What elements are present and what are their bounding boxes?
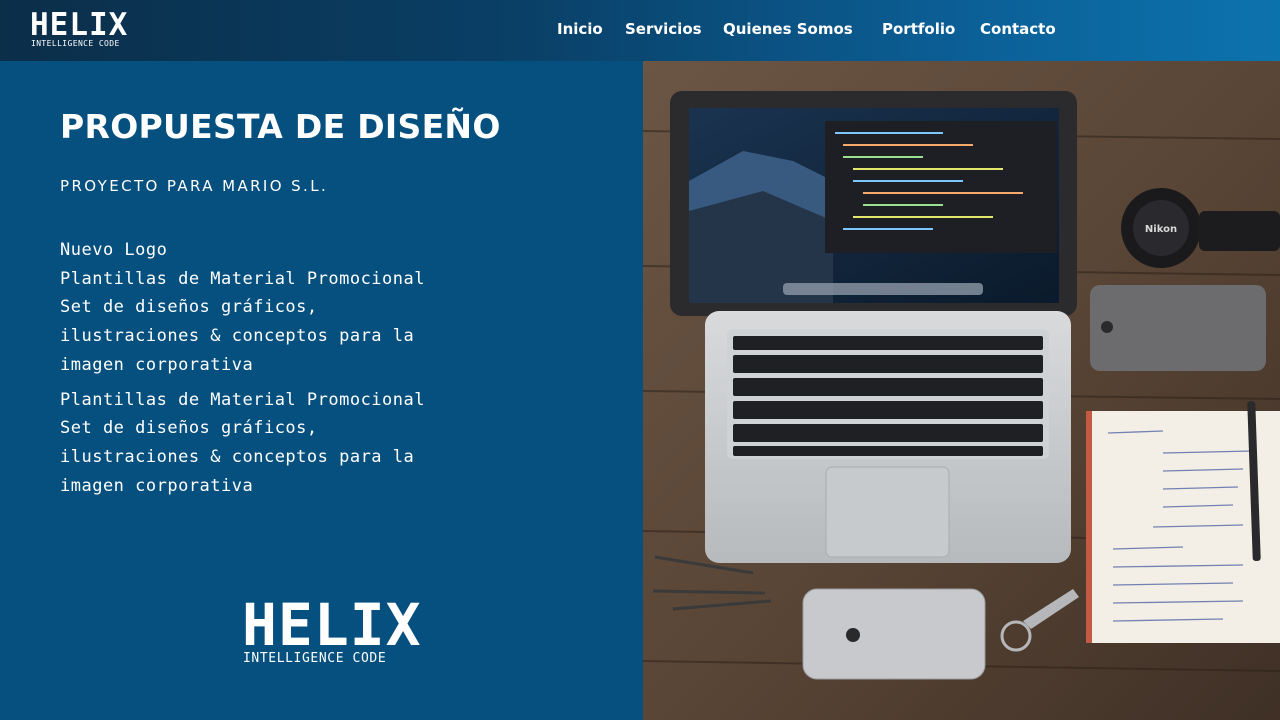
deliverables-list: Nuevo Logo Plantillas de Material Promoc…: [60, 236, 460, 500]
header-logo-tagline: INTELLIGENCE CODE: [31, 39, 120, 48]
nav-link-inicio[interactable]: Inicio: [557, 20, 603, 38]
lens-brand-label: Nikon: [1145, 224, 1177, 235]
nav-link-quienes-somos[interactable]: Quienes Somos: [723, 20, 853, 38]
nav-link-servicios[interactable]: Servicios: [625, 20, 702, 38]
list-item: Plantillas de Material Promocional: [60, 389, 425, 410]
hero-photo: Nikon: [643, 61, 1280, 720]
nav-link-contacto[interactable]: Contacto: [980, 20, 1056, 38]
list-item: imagen corporativa: [60, 354, 254, 375]
header-logo[interactable]: HELIX INTELLIGENCE CODE: [30, 10, 127, 50]
header-logo-wordmark: HELIX: [30, 7, 129, 43]
list-item: ilustraciones & conceptos para la: [60, 326, 415, 347]
footer-logo: HELIX INTELLIGENCE CODE: [242, 596, 421, 668]
list-item: ilustraciones & conceptos para la: [60, 446, 415, 467]
project-subtitle: PROYECTO PARA MARIO S.L.: [60, 177, 329, 195]
list-item: Set de diseños gráficos,: [60, 418, 318, 439]
desk-photo-illustration: Nikon: [643, 61, 1280, 720]
list-item: Set de diseños gráficos,: [60, 297, 318, 318]
page-title: PROPUESTA DE DISEÑO: [60, 107, 501, 146]
nav-link-portfolio[interactable]: Portfolio: [882, 20, 955, 38]
footer-logo-tagline: INTELLIGENCE CODE: [243, 651, 387, 666]
list-item: Plantillas de Material Promocional: [60, 268, 425, 289]
list-item: Nuevo Logo: [60, 240, 168, 260]
top-navigation-bar: HELIX INTELLIGENCE CODE Inicio Servicios…: [0, 0, 1280, 61]
list-item: imagen corporativa: [60, 475, 254, 496]
footer-logo-wordmark: HELIX: [242, 591, 422, 659]
